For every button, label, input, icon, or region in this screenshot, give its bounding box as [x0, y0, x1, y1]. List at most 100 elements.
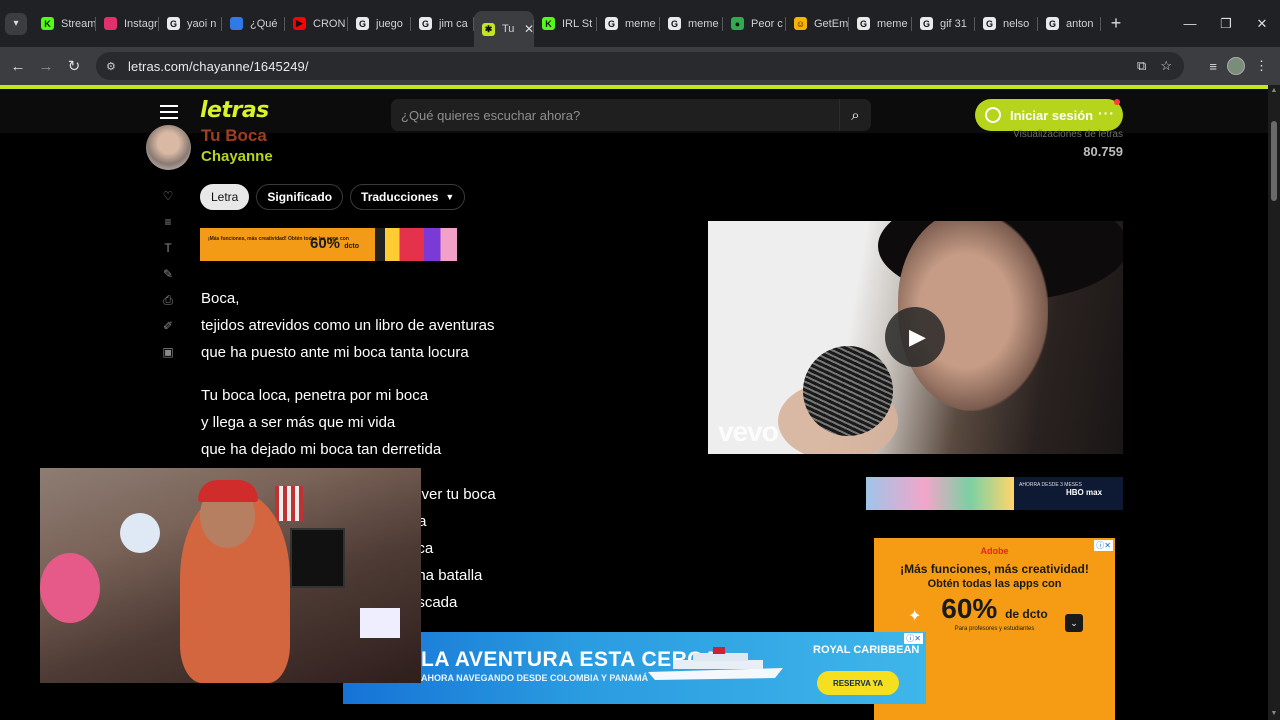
play-icon[interactable]: ▶ — [885, 307, 945, 367]
views-label: Visualizaciones de letras — [1013, 129, 1123, 140]
tab-favicon-icon: G — [920, 17, 933, 30]
reserve-button[interactable]: RESERVA YA — [817, 671, 899, 695]
lyrics-line: oca — [409, 540, 434, 557]
sparkle-icon: ✦ — [908, 608, 922, 625]
tab-favicon-icon: G — [857, 17, 870, 30]
royal-caribbean-ad[interactable]: LA AVENTURA ESTA CERCA AHORA NAVEGANDO D… — [343, 632, 926, 704]
ad-info-icon[interactable]: ⓘ✕ — [904, 633, 923, 644]
tab-favicon-icon: G — [419, 17, 432, 30]
browser-tab[interactable]: ☺ GetEm — [786, 8, 849, 40]
lyrics-line: una batalla — [409, 567, 483, 584]
tab-title: meme — [877, 17, 908, 30]
artist-avatar[interactable] — [146, 125, 191, 170]
chevron-down-icon: ▼ — [445, 192, 455, 202]
more-options-icon[interactable]: ··· — [1098, 105, 1115, 121]
tab-traducciones-label: Traducciones — [361, 190, 439, 204]
browser-tab[interactable]: Instagram — [96, 8, 159, 40]
tab-title: GetEm — [814, 17, 848, 30]
scroll-up-icon[interactable]: ▲ — [1268, 85, 1280, 97]
hbo-logo: HBO max — [1066, 488, 1103, 497]
artist-link[interactable]: Chayanne — [201, 148, 273, 165]
media-control-icon[interactable]: ≡ — [1209, 59, 1217, 74]
lyrics-line: Tu boca loca, penetra por mi boca — [201, 387, 429, 404]
browser-tab[interactable]: Gyaoi n — [159, 8, 222, 40]
page-scrollbar[interactable]: ▲ ▼ — [1268, 85, 1280, 720]
browser-tab[interactable]: Gmeme — [660, 8, 723, 40]
tab-favicon-icon: ● — [731, 17, 744, 30]
tab-title: yaoi n — [187, 17, 217, 30]
address-bar[interactable]: ⚙ letras.com/chayanne/1645249/ ⧉ ☆ — [96, 52, 1184, 80]
tab-title: Tu — [502, 23, 515, 35]
scroll-thumb[interactable] — [1271, 121, 1277, 201]
video-player[interactable]: ▶ vevo — [708, 221, 1123, 454]
adobe-banner-ad[interactable]: ¡Más funciones, más creatividad! Obtén t… — [200, 228, 457, 261]
tab-favicon-icon: G — [167, 17, 180, 30]
tab-title: nelso — [1003, 17, 1030, 30]
browser-tab[interactable]: ● Peor c — [723, 8, 786, 40]
browser-tab[interactable]: Gjim ca — [411, 8, 474, 40]
browser-tab[interactable]: Gnelso — [975, 8, 1038, 40]
lyrics-toolbar: ♡ ≡ T ✎ ⎙ ✐ ▣ — [160, 189, 176, 371]
profile-avatar[interactable] — [1227, 57, 1245, 75]
tab-title: meme — [688, 17, 719, 30]
search-input[interactable]: ¿Qué quieres escuchar ahora? — [391, 108, 839, 123]
hbo-ad-art — [866, 477, 1014, 510]
forward-icon[interactable]: → — [32, 58, 60, 75]
print-icon[interactable]: ⎙ — [160, 293, 176, 319]
tab-favicon-icon: ✱ — [482, 22, 495, 36]
lyrics-stanza: Boca, tejidos atrevidos como un libro de … — [201, 285, 701, 366]
search-box[interactable]: ¿Qué quieres escuchar ahora? ⌕ — [391, 99, 871, 131]
text-size-icon[interactable]: T — [160, 241, 176, 267]
lyrics-line: Boca, — [201, 290, 240, 307]
browser-tab[interactable]: Ggif 31 — [912, 8, 975, 40]
tab-favicon-icon: K — [542, 17, 555, 30]
tab-search-button[interactable]: ▾ — [5, 12, 27, 35]
lyrics-stanza: Tu boca loca, penetra por mi boca y llega… — [201, 382, 701, 463]
reload-icon[interactable]: ↻ — [60, 57, 88, 75]
browser-tab[interactable]: ▶ CRON — [285, 8, 348, 40]
minimize-icon[interactable]: — — [1172, 0, 1208, 47]
chevron-down-icon[interactable]: ⌄ — [1065, 614, 1083, 632]
webcam-overlay — [40, 468, 421, 683]
back-icon[interactable]: ← — [4, 58, 32, 75]
adobe-discount-suffix: de dcto — [1005, 607, 1048, 621]
lyrics-line: y llega a ser más que mi vida — [201, 414, 396, 431]
search-icon[interactable]: ⌕ — [839, 99, 871, 131]
bookmark-star-icon[interactable]: ☆ — [1160, 58, 1172, 74]
browser-tab[interactable]: ¿Qué — [222, 8, 285, 40]
browser-tab[interactable]: K IRL St — [534, 8, 597, 40]
browser-tab[interactable]: Ganton — [1038, 8, 1101, 40]
subtitle-icon[interactable]: ▣ — [160, 345, 176, 371]
heart-icon[interactable]: ♡ — [160, 189, 176, 215]
tab-traducciones[interactable]: Traducciones ▼ — [350, 184, 466, 210]
views-count: 80.759 — [1083, 144, 1123, 159]
ad-info-icon[interactable]: ⓘ✕ — [1094, 540, 1113, 551]
ad-artwork — [375, 228, 457, 261]
tab-favicon-icon: G — [1046, 17, 1059, 30]
browser-menu-icon[interactable]: ⋮ — [1255, 58, 1268, 74]
login-button[interactable]: Iniciar sesión ··· — [975, 99, 1123, 131]
scroll-down-icon[interactable]: ▼ — [1268, 708, 1280, 720]
site-info-icon[interactable]: ⚙ — [106, 60, 120, 73]
tab-significado[interactable]: Significado — [256, 184, 344, 210]
restore-icon[interactable]: ❐ — [1208, 0, 1244, 47]
tab-letra[interactable]: Letra — [200, 184, 250, 210]
browser-tab[interactable]: ✱ Tu ✕ — [474, 11, 534, 47]
close-tab-icon[interactable]: ✕ — [524, 22, 534, 36]
lyrics-line: tra — [409, 508, 701, 535]
webcam-screen — [360, 608, 400, 638]
site-logo[interactable]: letras — [200, 98, 269, 123]
close-window-icon[interactable]: ✕ — [1244, 0, 1280, 47]
cast-icon[interactable]: ⧉ — [1137, 58, 1146, 74]
menu-icon[interactable] — [160, 105, 178, 123]
edit-icon[interactable]: ✎ — [160, 267, 176, 293]
browser-tab[interactable]: Gjuego — [348, 8, 411, 40]
browser-tab[interactable]: Gmeme — [597, 8, 660, 40]
add-to-playlist-icon[interactable]: ≡ — [160, 215, 176, 241]
correct-icon[interactable]: ✐ — [160, 319, 176, 345]
new-tab-button[interactable]: + — [1101, 13, 1131, 34]
tab-title: juego — [376, 17, 403, 30]
browser-tab[interactable]: K Stream — [33, 8, 96, 40]
hbo-banner-ad[interactable]: AHORRA DESDE 3 MESES HBO max — [866, 477, 1123, 510]
browser-tab[interactable]: Gmeme — [849, 8, 912, 40]
